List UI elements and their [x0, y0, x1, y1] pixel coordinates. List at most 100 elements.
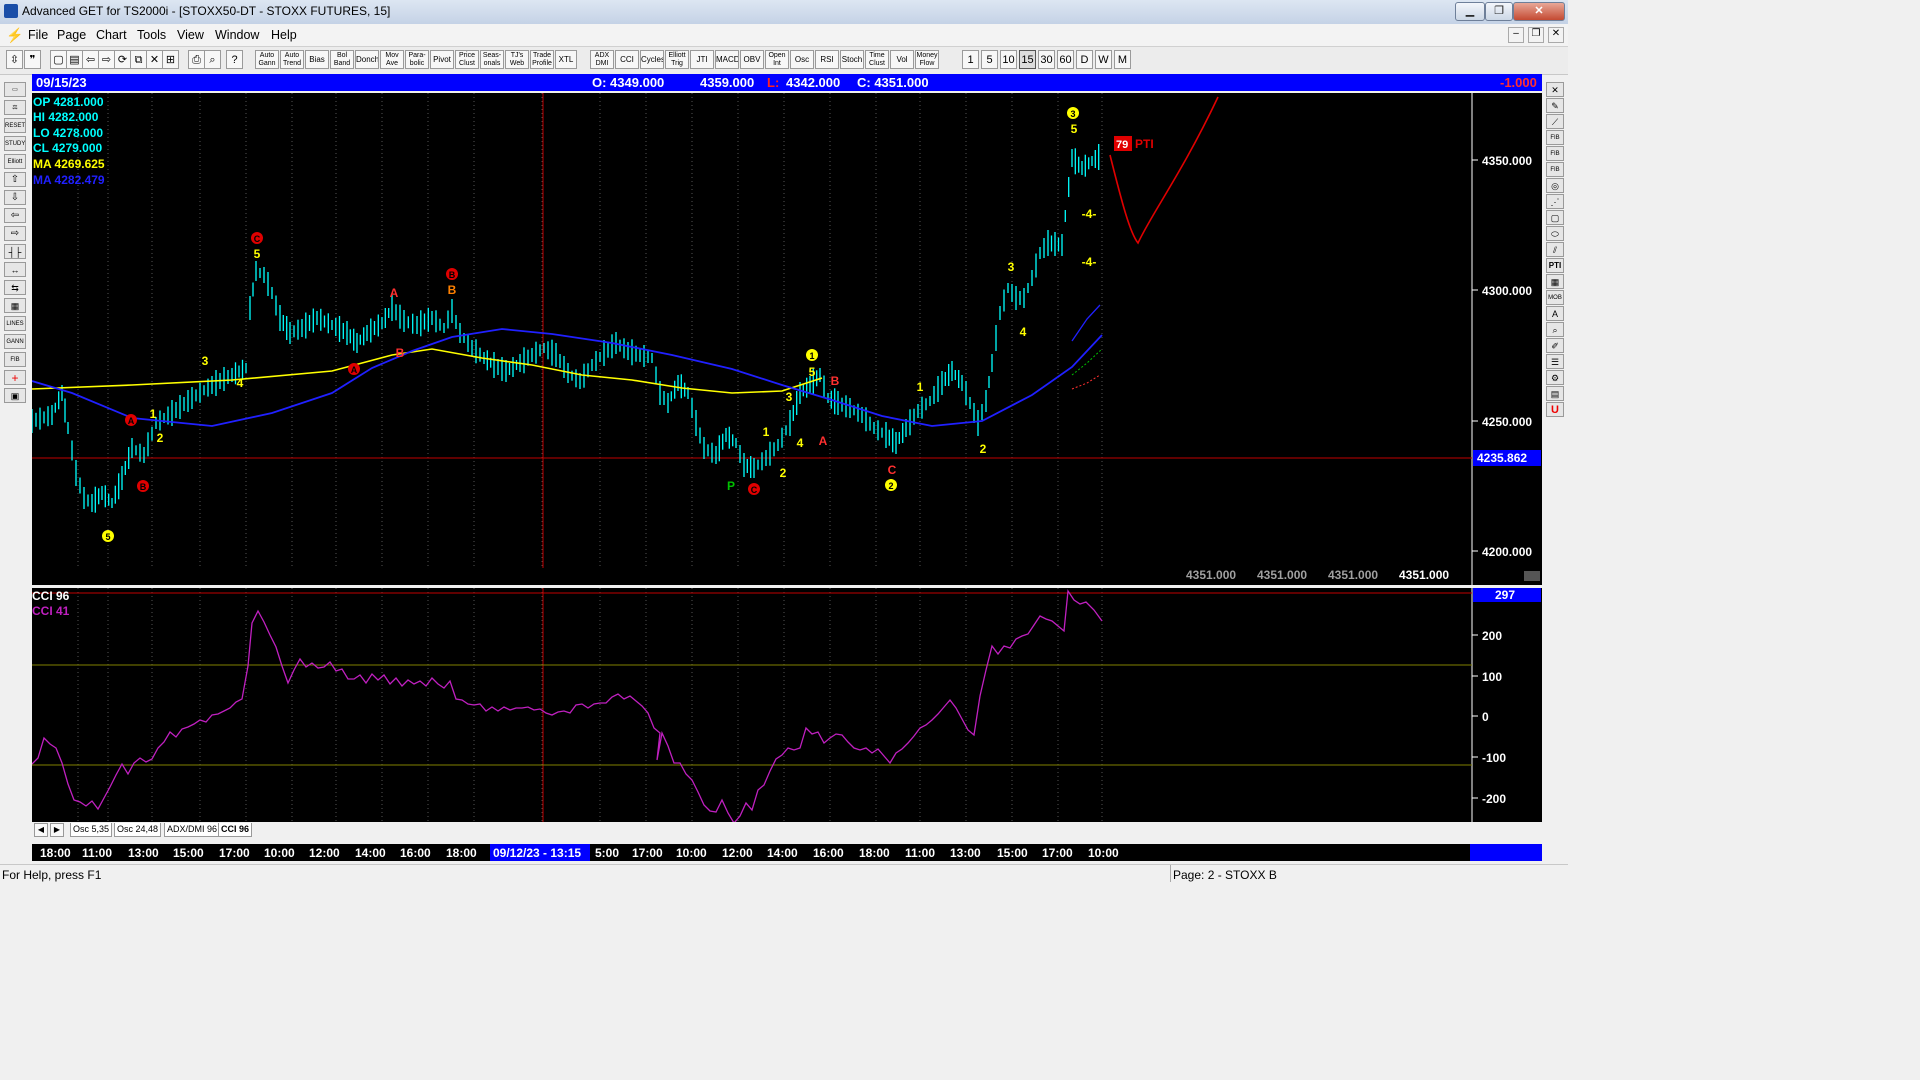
- timeframe-10[interactable]: 10: [1000, 50, 1017, 69]
- timeframe-M[interactable]: M: [1114, 50, 1131, 69]
- line-tool-icon[interactable]: ⟋: [1546, 114, 1564, 129]
- study-button-8[interactable]: Price Clust: [455, 50, 479, 69]
- arrow-left-icon[interactable]: ⇦: [4, 208, 26, 223]
- study-button-4[interactable]: Donch: [355, 50, 379, 69]
- help-icon[interactable]: ?: [226, 50, 243, 69]
- study-button-13[interactable]: ADX DMI: [590, 50, 614, 69]
- study-button-11[interactable]: Trade Profile: [530, 50, 554, 69]
- study-button-24[interactable]: Time Clust: [865, 50, 889, 69]
- gann-tool[interactable]: GANN: [4, 334, 26, 349]
- fib-ext-tool[interactable]: FIB EXT: [1546, 146, 1564, 161]
- menu-chart[interactable]: Chart: [96, 28, 127, 42]
- pencil-icon[interactable]: ✎: [1546, 98, 1564, 113]
- fan-tool-icon[interactable]: ⋰: [1546, 194, 1564, 209]
- study-button-22[interactable]: RSI: [815, 50, 839, 69]
- ellipse-tool-icon[interactable]: ⬭: [1546, 226, 1564, 241]
- study-button-19[interactable]: OBV: [740, 50, 764, 69]
- study-button-1[interactable]: Auto Trend: [280, 50, 304, 69]
- timeframe-5[interactable]: 5: [981, 50, 998, 69]
- price-chart[interactable]: 79 PTI OP 4281.000 HI 4282.000 LO 4278.0…: [31, 93, 1542, 585]
- minimize-button[interactable]: ▁: [1455, 2, 1485, 21]
- copy-icon[interactable]: ⊞: [162, 50, 179, 69]
- menu-file[interactable]: File: [28, 28, 48, 42]
- tab-cci-96[interactable]: CCI 96: [218, 823, 253, 837]
- timeframe-60[interactable]: 60: [1057, 50, 1074, 69]
- close-button[interactable]: ✕: [1513, 2, 1565, 21]
- study-button-3[interactable]: Bol Band: [330, 50, 354, 69]
- lines-tool[interactable]: LINES: [4, 316, 26, 331]
- cci-chart[interactable]: 297 CCI 96 CCI 41 200 100 0 -100 -200: [31, 588, 1542, 825]
- timeframe-30[interactable]: 30: [1038, 50, 1055, 69]
- scroll-corner-icon[interactable]: [1524, 571, 1540, 581]
- study-tool[interactable]: STUDY: [4, 136, 26, 151]
- study-button-0[interactable]: Auto Gann: [255, 50, 279, 69]
- fib-ret-tool[interactable]: FIB RET: [1546, 130, 1564, 145]
- timeframe-1[interactable]: 1: [962, 50, 979, 69]
- study-button-5[interactable]: Mov Ave: [380, 50, 404, 69]
- list-tool-icon[interactable]: ☰: [1546, 354, 1564, 369]
- doc-minimize-button[interactable]: –: [1508, 27, 1524, 43]
- box-tool-icon[interactable]: ▢: [1546, 210, 1564, 225]
- open-file-icon[interactable]: ▭: [4, 82, 26, 97]
- menu-tools[interactable]: Tools: [137, 28, 166, 42]
- link-icon[interactable]: ⧉: [130, 50, 147, 69]
- study-button-2[interactable]: Bias: [305, 50, 329, 69]
- grid-tool-icon[interactable]: ▦: [1546, 274, 1564, 289]
- back-icon[interactable]: ⇦: [82, 50, 99, 69]
- study-button-15[interactable]: Cycles: [640, 50, 664, 69]
- study-button-25[interactable]: Vol: [890, 50, 914, 69]
- maximize-button[interactable]: ❐: [1485, 2, 1513, 21]
- zoom-tool-icon[interactable]: ⌕: [1546, 322, 1564, 337]
- text-tool-icon[interactable]: A: [1546, 306, 1564, 321]
- study-button-6[interactable]: Para-bolic: [405, 50, 429, 69]
- compress-icon[interactable]: ⇆: [4, 280, 26, 295]
- timeframe-15[interactable]: 15: [1019, 50, 1036, 69]
- menu-window[interactable]: Window: [215, 28, 259, 42]
- menu-page[interactable]: Page: [57, 28, 86, 42]
- circle-tool-icon[interactable]: ◎: [1546, 178, 1564, 193]
- study-button-16[interactable]: Elliott Trig: [665, 50, 689, 69]
- study-button-18[interactable]: MACD: [715, 50, 739, 69]
- study-button-17[interactable]: JTI: [690, 50, 714, 69]
- arrow-right-icon[interactable]: ⇨: [4, 226, 26, 241]
- refresh-icon[interactable]: ⟳: [114, 50, 131, 69]
- tab-osc-5-35[interactable]: Osc 5,35: [70, 823, 113, 837]
- quote-icon[interactable]: ❞: [24, 50, 41, 69]
- study-button-23[interactable]: Stoch: [840, 50, 864, 69]
- study-button-26[interactable]: Money Flow: [915, 50, 939, 69]
- scale-icon[interactable]: ⚖: [4, 100, 26, 115]
- save-icon[interactable]: ▣: [4, 388, 26, 403]
- channel-tool-icon[interactable]: ⫽: [1546, 242, 1564, 257]
- timeframe-D[interactable]: D: [1076, 50, 1093, 69]
- arrow-down-icon[interactable]: ⇩: [4, 190, 26, 205]
- table-tool-icon[interactable]: ▤: [1546, 386, 1564, 401]
- settings-tool-icon[interactable]: ⚙: [1546, 370, 1564, 385]
- delete-icon[interactable]: ✕: [146, 50, 163, 69]
- open-page-icon[interactable]: ▤: [66, 50, 83, 69]
- grid-icon[interactable]: ▦: [4, 298, 26, 313]
- fib-time-tool[interactable]: FIB TIME: [1546, 162, 1564, 177]
- study-button-7[interactable]: Pivot: [430, 50, 454, 69]
- print-preview-icon[interactable]: ⌕: [204, 50, 221, 69]
- crosshair-icon[interactable]: +: [4, 370, 26, 385]
- undo-tool-icon[interactable]: U: [1546, 402, 1564, 417]
- elliott-tool[interactable]: Elliott: [4, 154, 26, 169]
- study-button-9[interactable]: Seas-onals: [480, 50, 504, 69]
- print-icon[interactable]: ⎙: [188, 50, 205, 69]
- doc-close-button[interactable]: ✕: [1548, 27, 1564, 43]
- tab-adx-dmi[interactable]: ADX/DMI 96: [164, 823, 221, 837]
- timeframe-W[interactable]: W: [1095, 50, 1112, 69]
- expand-icon[interactable]: ↔: [4, 262, 26, 277]
- study-button-14[interactable]: CCI: [615, 50, 639, 69]
- study-button-10[interactable]: TJ's Web: [505, 50, 529, 69]
- new-page-icon[interactable]: ▢: [50, 50, 67, 69]
- study-button-20[interactable]: Open Int: [765, 50, 789, 69]
- cross-tool-icon[interactable]: ✕: [1546, 82, 1564, 97]
- menu-view[interactable]: View: [177, 28, 204, 42]
- pointer-icon[interactable]: ⇳: [6, 50, 23, 69]
- reset-tool[interactable]: RESET: [4, 118, 26, 133]
- doc-restore-button[interactable]: ❐: [1528, 27, 1544, 43]
- marker-tool-icon[interactable]: ✐: [1546, 338, 1564, 353]
- bars-icon[interactable]: ┤├: [4, 244, 26, 259]
- arrow-up-icon[interactable]: ⇧: [4, 172, 26, 187]
